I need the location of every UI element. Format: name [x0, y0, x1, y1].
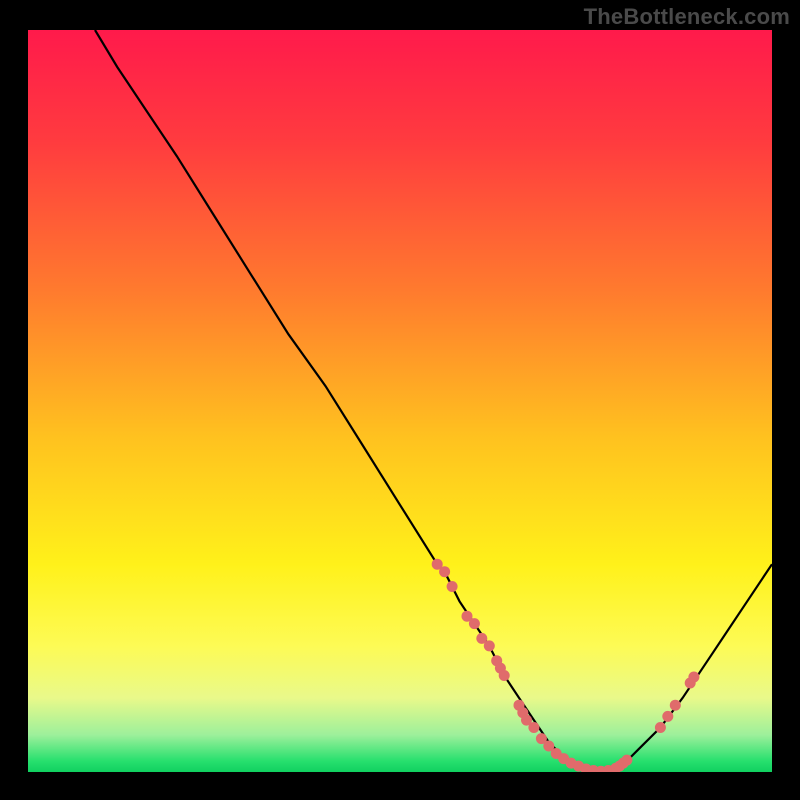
- watermark-label: TheBottleneck.com: [584, 4, 790, 30]
- data-point: [662, 711, 673, 722]
- data-point: [688, 672, 699, 683]
- data-point: [670, 700, 681, 711]
- data-point: [499, 670, 510, 681]
- data-point: [469, 618, 480, 629]
- gradient-background: [28, 30, 772, 772]
- data-point: [447, 581, 458, 592]
- data-point: [439, 566, 450, 577]
- plot-area: [28, 30, 772, 772]
- chart-frame: TheBottleneck.com: [0, 0, 800, 800]
- data-point: [655, 722, 666, 733]
- bottleneck-curve-chart: [28, 30, 772, 772]
- data-point: [528, 722, 539, 733]
- data-point: [621, 755, 632, 766]
- data-point: [484, 640, 495, 651]
